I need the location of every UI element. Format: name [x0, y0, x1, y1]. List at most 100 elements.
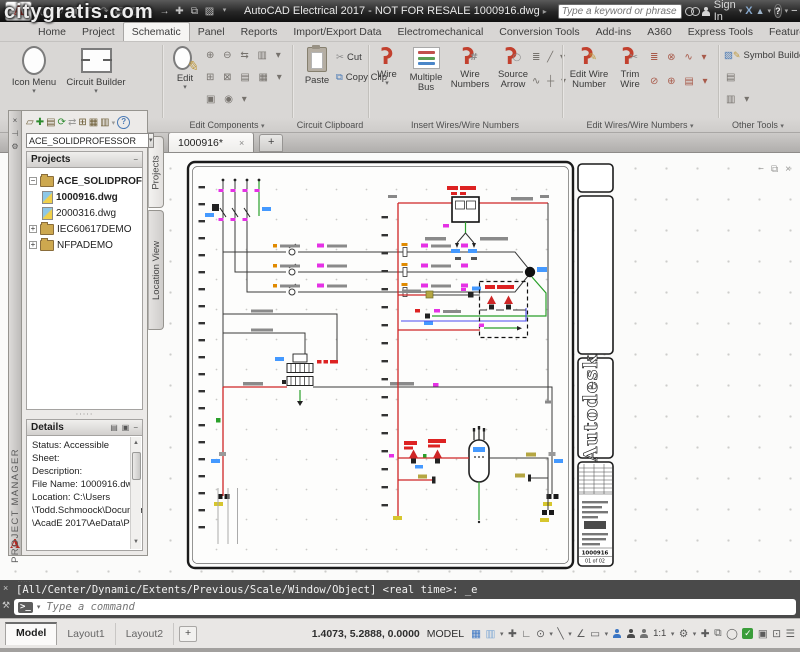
drawing-list-icon[interactable]: ▦ [89, 117, 98, 128]
tab-project[interactable]: Project [74, 23, 123, 41]
snap-chevron-icon[interactable]: ▾ [500, 630, 504, 638]
help-search-input[interactable] [558, 4, 682, 19]
scroll-up-icon[interactable]: ▲ [133, 437, 139, 450]
clean-screen-icon[interactable]: ⊡ [772, 628, 781, 640]
add-layout-button[interactable]: + [179, 626, 197, 642]
palette-help-icon[interactable]: ? [117, 116, 130, 129]
sign-in-label[interactable]: Sign In [714, 0, 736, 23]
ortho-mode-icon[interactable]: ∟ [521, 628, 531, 640]
multiple-bus-button[interactable]: Multiple Bus [404, 45, 448, 94]
layout-tab-model[interactable]: Model [5, 622, 57, 645]
annotation-scale-value[interactable]: 1:1 [653, 628, 666, 639]
details-collapse-icon[interactable]: − [133, 423, 138, 432]
model-space-label[interactable]: MODEL [427, 628, 464, 640]
qat-redo-icon[interactable]: ↷ [98, 6, 111, 17]
project-file-icon[interactable]: ▤ [46, 117, 55, 128]
details-scrollbar[interactable]: ▲ ▼ [130, 437, 141, 549]
command-recent-chevron-icon[interactable]: ▾ [37, 603, 41, 611]
cut-button[interactable]: ✂ Cut [336, 52, 362, 63]
command-customize-wrench-icon[interactable]: ⚒ [2, 600, 10, 611]
qat-plot-icon[interactable]: ▤ [113, 6, 126, 17]
annotation-monitor-icon[interactable]: ✚ [701, 628, 710, 640]
tree-item-project[interactable]: + NFPADEMO [29, 237, 140, 253]
qat-copy-icon[interactable]: ⧉ [188, 6, 201, 17]
palette-close-icon[interactable]: × [13, 116, 18, 125]
qat-open-icon[interactable]: ▱ [53, 6, 66, 17]
workspace-chevron-icon[interactable]: ▾ [693, 630, 697, 638]
toolbar-overflow-chevron-icon[interactable]: ▾ [112, 119, 116, 127]
snap-mode-icon[interactable]: ▥ [486, 628, 496, 640]
panel-title-edit-wires[interactable]: Edit Wires/Wire Numbers ▾ [564, 120, 716, 130]
qat-new-icon[interactable]: ▢ [38, 6, 51, 17]
tab-add-ins[interactable]: Add-ins [588, 23, 640, 41]
palette-tab-location-view[interactable]: Location View [148, 210, 164, 330]
qat-save-icon[interactable]: ▣ [68, 6, 81, 17]
drawing-minimize-icon[interactable]: − [758, 164, 764, 175]
projects-collapse-icon[interactable]: − [133, 155, 138, 164]
qat-forward-icon[interactable]: → [158, 6, 171, 17]
osnap-chevron-icon[interactable]: ▾ [605, 630, 609, 638]
expand-box-icon[interactable]: + [29, 241, 37, 249]
drawing-close-icon[interactable]: × [785, 164, 791, 175]
sign-in-chevron-icon[interactable]: ▾ [739, 7, 743, 15]
help-chevron-icon[interactable]: ▾ [785, 7, 789, 15]
palette-autohide-icon[interactable]: ⊣ [12, 129, 19, 138]
units-icon[interactable]: ◯ [726, 628, 738, 640]
other-tools-row[interactable]: ▤ [726, 72, 738, 83]
drawing-tab-1000916[interactable]: 1000916* × [168, 132, 254, 152]
search-flyout-arrow-icon[interactable]: ▸ [543, 7, 547, 16]
edit-component-button[interactable]: ✎ Edit ▾ [168, 45, 202, 92]
qat-properties-icon[interactable]: ▨ [203, 6, 216, 17]
schematic-drawing[interactable]: Autodesk 1000916 01 of 02 [185, 158, 645, 574]
tab-a360[interactable]: A360 [639, 23, 680, 41]
panel-title-insert-wires[interactable]: Insert Wires/Wire Numbers [370, 120, 560, 130]
details-preview-icon[interactable]: ▣ [122, 423, 130, 432]
tab-home[interactable]: Home [30, 23, 74, 41]
edit-wire-number-button[interactable]: ʔ✎ Edit Wire Number [567, 45, 611, 91]
object-snap-icon[interactable]: ▭ [590, 628, 600, 640]
expand-box-icon[interactable]: + [29, 225, 37, 233]
tree-item-drawing[interactable]: 2000316.dwg [29, 205, 140, 221]
osnap-tracking-icon[interactable]: ∠ [576, 628, 585, 640]
command-close-icon[interactable]: × [3, 583, 8, 593]
graphics-performance-icon[interactable]: ✓ [742, 628, 753, 639]
isometric-chevron-icon[interactable]: ▾ [568, 630, 572, 638]
panel-title-circuit-clipboard[interactable]: Circuit Clipboard [294, 120, 366, 130]
sign-in-person-icon[interactable] [702, 7, 711, 16]
layout-tab-layout1[interactable]: Layout1 [57, 623, 115, 645]
tree-item-drawing[interactable]: 1000916.dwg [29, 189, 140, 205]
edit-components-tools-row[interactable]: ⊞ ⊠ ▤ ▦ ▾ [206, 72, 285, 83]
tab-conversion-tools[interactable]: Conversion Tools [491, 23, 587, 41]
open-project-icon[interactable]: ▱ [26, 117, 34, 128]
update-retag-icon[interactable]: ⇄ [68, 117, 76, 128]
wire-button[interactable]: ʔ Wire ▾ [372, 45, 402, 88]
tab-schematic[interactable]: Schematic [123, 22, 190, 41]
polar-chevron-icon[interactable]: ▾ [549, 630, 553, 638]
wire-numbers-button[interactable]: ʔ# Wire Numbers [450, 45, 490, 91]
circuit-builder-button[interactable]: Circuit Builder ▾ [64, 45, 128, 96]
edit-components-tools-row[interactable]: ▣ ◉ ▾ [206, 94, 250, 105]
qat-select-icon[interactable]: ✚ [173, 6, 186, 17]
edit-wires-tools-row[interactable]: ⊘ ⊕ ▤ ▾ [650, 76, 711, 87]
quick-properties-icon[interactable]: ⧉ [714, 627, 722, 640]
tab-electromechanical[interactable]: Electromechanical [389, 23, 491, 41]
panel-title-edit-components[interactable]: Edit Components ▾ [164, 120, 290, 130]
a360-chevron-icon[interactable]: ▾ [768, 7, 772, 15]
tab-import-export-data[interactable]: Import/Export Data [285, 23, 389, 41]
project-selector-input[interactable] [26, 133, 149, 148]
coordinates-readout[interactable]: 1.4073, 5.2888, 0.0000 [312, 628, 420, 640]
sync-folder-icon[interactable]: ⊞ [78, 117, 86, 128]
other-tools-row[interactable]: ▥ ▾ [726, 94, 752, 105]
command-input[interactable] [44, 600, 792, 614]
palette-splitter[interactable]: ⋅⋅⋅⋅⋅ [26, 410, 143, 419]
polar-tracking-icon[interactable]: ⊙ [536, 628, 545, 640]
panel-title-other-tools[interactable]: Other Tools ▾ [720, 120, 796, 130]
trim-wire-button[interactable]: ʔ✂ Trim Wire [613, 45, 647, 91]
tab-panel[interactable]: Panel [190, 23, 233, 41]
scroll-down-icon[interactable]: ▼ [133, 536, 139, 549]
tab-featured-apps[interactable]: Featured Apps [761, 23, 800, 41]
help-icon[interactable]: ? [774, 4, 782, 18]
isometric-drafting-icon[interactable]: ╲ [557, 628, 563, 640]
icon-menu-button[interactable]: Icon Menu ▾ [8, 45, 60, 96]
paste-button[interactable]: Paste [299, 45, 335, 86]
